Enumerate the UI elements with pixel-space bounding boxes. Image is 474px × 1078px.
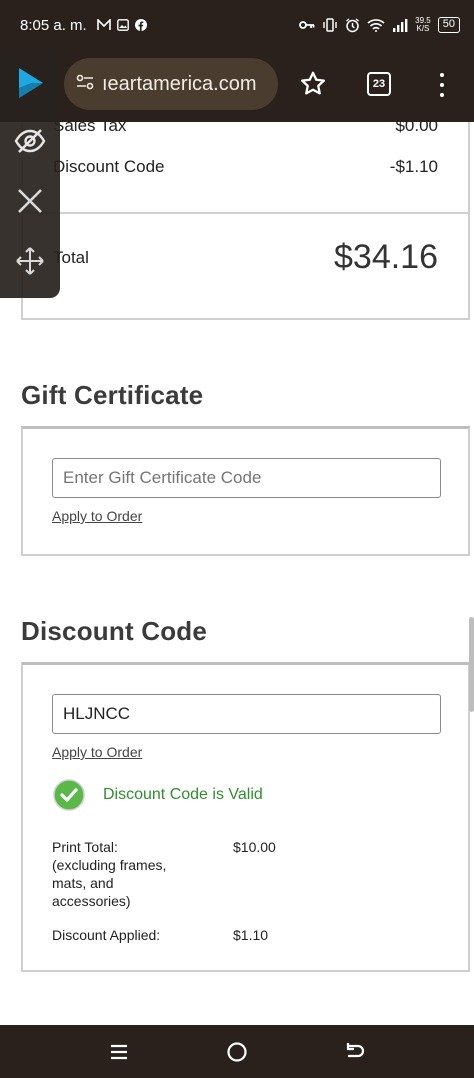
discount-code-card: HLJNCC Apply to Order Discount Code is V… <box>21 662 470 972</box>
scrollbar-thumb[interactable] <box>469 617 474 712</box>
gift-apply-link[interactable]: Apply to Order <box>52 508 142 524</box>
discount-applied-label: Discount Applied: <box>52 927 161 943</box>
status-time: 8:05 a. m. <box>20 16 87 34</box>
print-total-note-1: (excluding frames, <box>52 857 167 873</box>
mail-icon <box>96 19 111 30</box>
print-total-note-3: accessories) <box>52 893 131 909</box>
system-status-icons: 39.5 K/S 50 <box>299 17 460 33</box>
print-total-label: Print Total: <box>52 839 118 855</box>
order-summary-box: Sales Tax $0.00 Discount Code -$1.10 Tot… <box>21 122 470 320</box>
facebook-icon <box>134 19 147 31</box>
sales-tax-row: Sales Tax $0.00 <box>53 122 438 136</box>
back-icon[interactable] <box>342 1039 368 1065</box>
tune-icon[interactable] <box>76 74 94 95</box>
print-total-label-block: Print Total: (excluding frames, mats, an… <box>52 838 166 910</box>
more-vert-icon[interactable] <box>434 70 450 100</box>
total-row: Total $34.16 <box>53 238 438 277</box>
bubble-app-icon[interactable] <box>0 66 60 100</box>
discount-valid-row: Discount Code is Valid <box>53 779 263 811</box>
browser-toolbar: ıeartamerica.com 23 <box>0 50 474 122</box>
floating-bubble-panel <box>0 48 60 298</box>
total-value: $34.16 <box>334 238 438 276</box>
summary-divider <box>23 212 468 214</box>
discount-row: Discount Code -$1.10 <box>53 157 438 177</box>
url-text[interactable]: ıeartamerica.com <box>102 73 257 96</box>
gift-certificate-title: Gift Certificate <box>21 380 204 410</box>
battery-icon: 50 <box>437 17 460 33</box>
discount-label: Discount Code <box>53 157 165 176</box>
system-nav-bar <box>0 1025 474 1078</box>
recents-icon[interactable] <box>106 1039 132 1065</box>
page-content: Sales Tax $0.00 Discount Code -$1.10 Tot… <box>0 122 474 1025</box>
move-icon[interactable] <box>0 246 60 276</box>
vibrate-icon <box>323 18 337 32</box>
home-icon[interactable] <box>224 1039 250 1065</box>
check-circle-icon <box>53 779 85 811</box>
tab-switcher-icon[interactable]: 23 <box>367 72 391 96</box>
gift-certificate-card: Apply to Order <box>21 426 470 556</box>
status-bar: 8:05 a. m. 39.5 K/S 50 <box>0 0 474 50</box>
image-icon <box>116 19 129 31</box>
close-icon[interactable] <box>0 188 60 214</box>
discount-valid-message: Discount Code is Valid <box>103 786 263 803</box>
discount-code-title: Discount Code <box>21 616 208 646</box>
address-bar[interactable]: ıeartamerica.com <box>64 58 278 110</box>
discount-apply-link[interactable]: Apply to Order <box>52 744 142 760</box>
discount-value: -$1.10 <box>389 157 438 176</box>
hide-eye-icon[interactable] <box>0 128 60 154</box>
network-speed-unit: K/S <box>416 24 430 33</box>
signal-icon <box>393 19 408 32</box>
alarm-icon <box>346 17 360 32</box>
notification-icons <box>96 19 147 31</box>
sales-tax-value: $0.00 <box>395 122 438 135</box>
gift-certificate-input[interactable] <box>52 458 441 498</box>
key-icon <box>299 21 315 29</box>
discount-applied-value: $1.10 <box>233 927 269 943</box>
network-speed: 39.5 K/S <box>415 17 431 33</box>
wifi-icon <box>367 19 385 32</box>
print-total-note-2: mats, and <box>52 875 114 891</box>
print-total-value: $10.00 <box>233 839 276 855</box>
discount-code-input[interactable]: HLJNCC <box>52 694 441 734</box>
sales-tax-label: Sales Tax <box>53 122 127 135</box>
bookmark-star-icon[interactable] <box>298 69 328 99</box>
